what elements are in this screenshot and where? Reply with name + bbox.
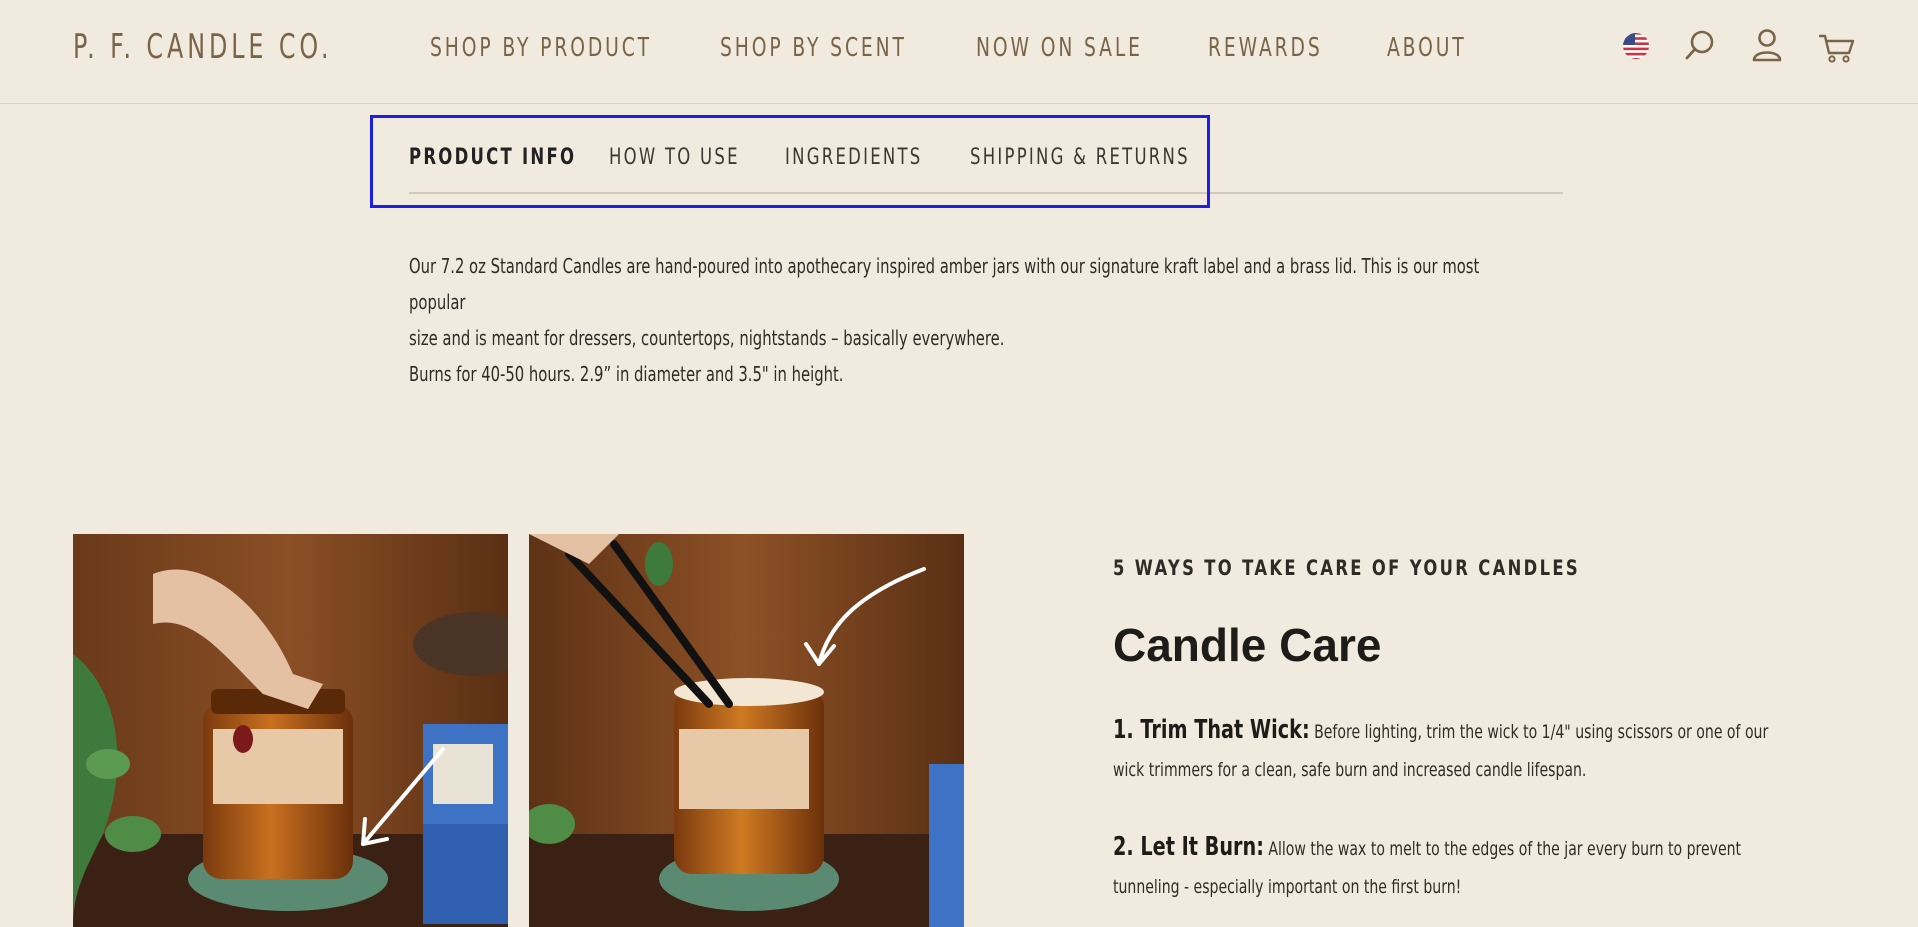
product-description: Our 7.2 oz Standard Candles are hand-pou… [409,248,1519,356]
candle-photo-lid [73,534,508,927]
nav-shop-by-scent[interactable]: SHOP BY SCENT [720,33,907,63]
product-description-line: Our 7.2 oz Standard Candles are hand-pou… [409,254,1480,314]
care-tip-line: tunneling - especially important on the … [1113,876,1462,898]
care-tip-line: wick trimmers for a clean, safe burn and… [1113,759,1587,781]
care-tip-text: Allow the wax to melt to the edges of th… [1268,838,1742,860]
tab-shipping-returns[interactable]: SHIPPING & RETURNS [970,145,1190,170]
nav-rewards[interactable]: REWARDS [1208,33,1323,63]
nav-now-on-sale[interactable]: NOW ON SALE [976,33,1143,63]
care-tip: 1. Trim That Wick: Before lighting, trim… [1113,711,1853,789]
care-tip-line: 1. Trim That Wick: Before lighting, trim… [1113,711,1853,751]
tab-product-info[interactable]: PRODUCT INFO [409,145,576,170]
care-tip-lead: 2. Let It Burn: [1113,832,1264,862]
site-logo[interactable]: P. F. CANDLE CO. [73,27,333,67]
burn-info: Burns for 40-50 hours. 2.9” in diameter … [409,362,844,386]
product-description-line: size and is meant for dressers, countert… [409,326,1005,350]
search-icon[interactable] [1683,28,1717,62]
nav-about[interactable]: ABOUT [1387,33,1467,63]
tab-how-to-use[interactable]: HOW TO USE [609,145,740,170]
care-tip-text: Before lighting, trim the wick to 1/4" u… [1314,721,1769,743]
care-title: Candle Care [1113,619,1382,671]
care-tip-line: 2. Let It Burn: Allow the wax to melt to… [1113,828,1853,868]
care-tip: 2. Let It Burn: Allow the wax to melt to… [1113,828,1853,906]
site-header: P. F. CANDLE CO. SHOP BY PRODUCT SHOP BY… [0,0,1918,104]
cart-icon[interactable] [1818,32,1856,64]
care-kicker: 5 WAYS TO TAKE CARE OF YOUR CANDLES [1113,556,1581,580]
tab-ingredients[interactable]: INGREDIENTS [785,145,923,170]
account-icon[interactable] [1750,28,1784,62]
us-flag-icon[interactable] [1622,32,1650,60]
candle-photo-trim [529,534,964,927]
care-tip-lead: 1. Trim That Wick: [1113,715,1310,745]
nav-shop-by-product[interactable]: SHOP BY PRODUCT [430,33,652,63]
